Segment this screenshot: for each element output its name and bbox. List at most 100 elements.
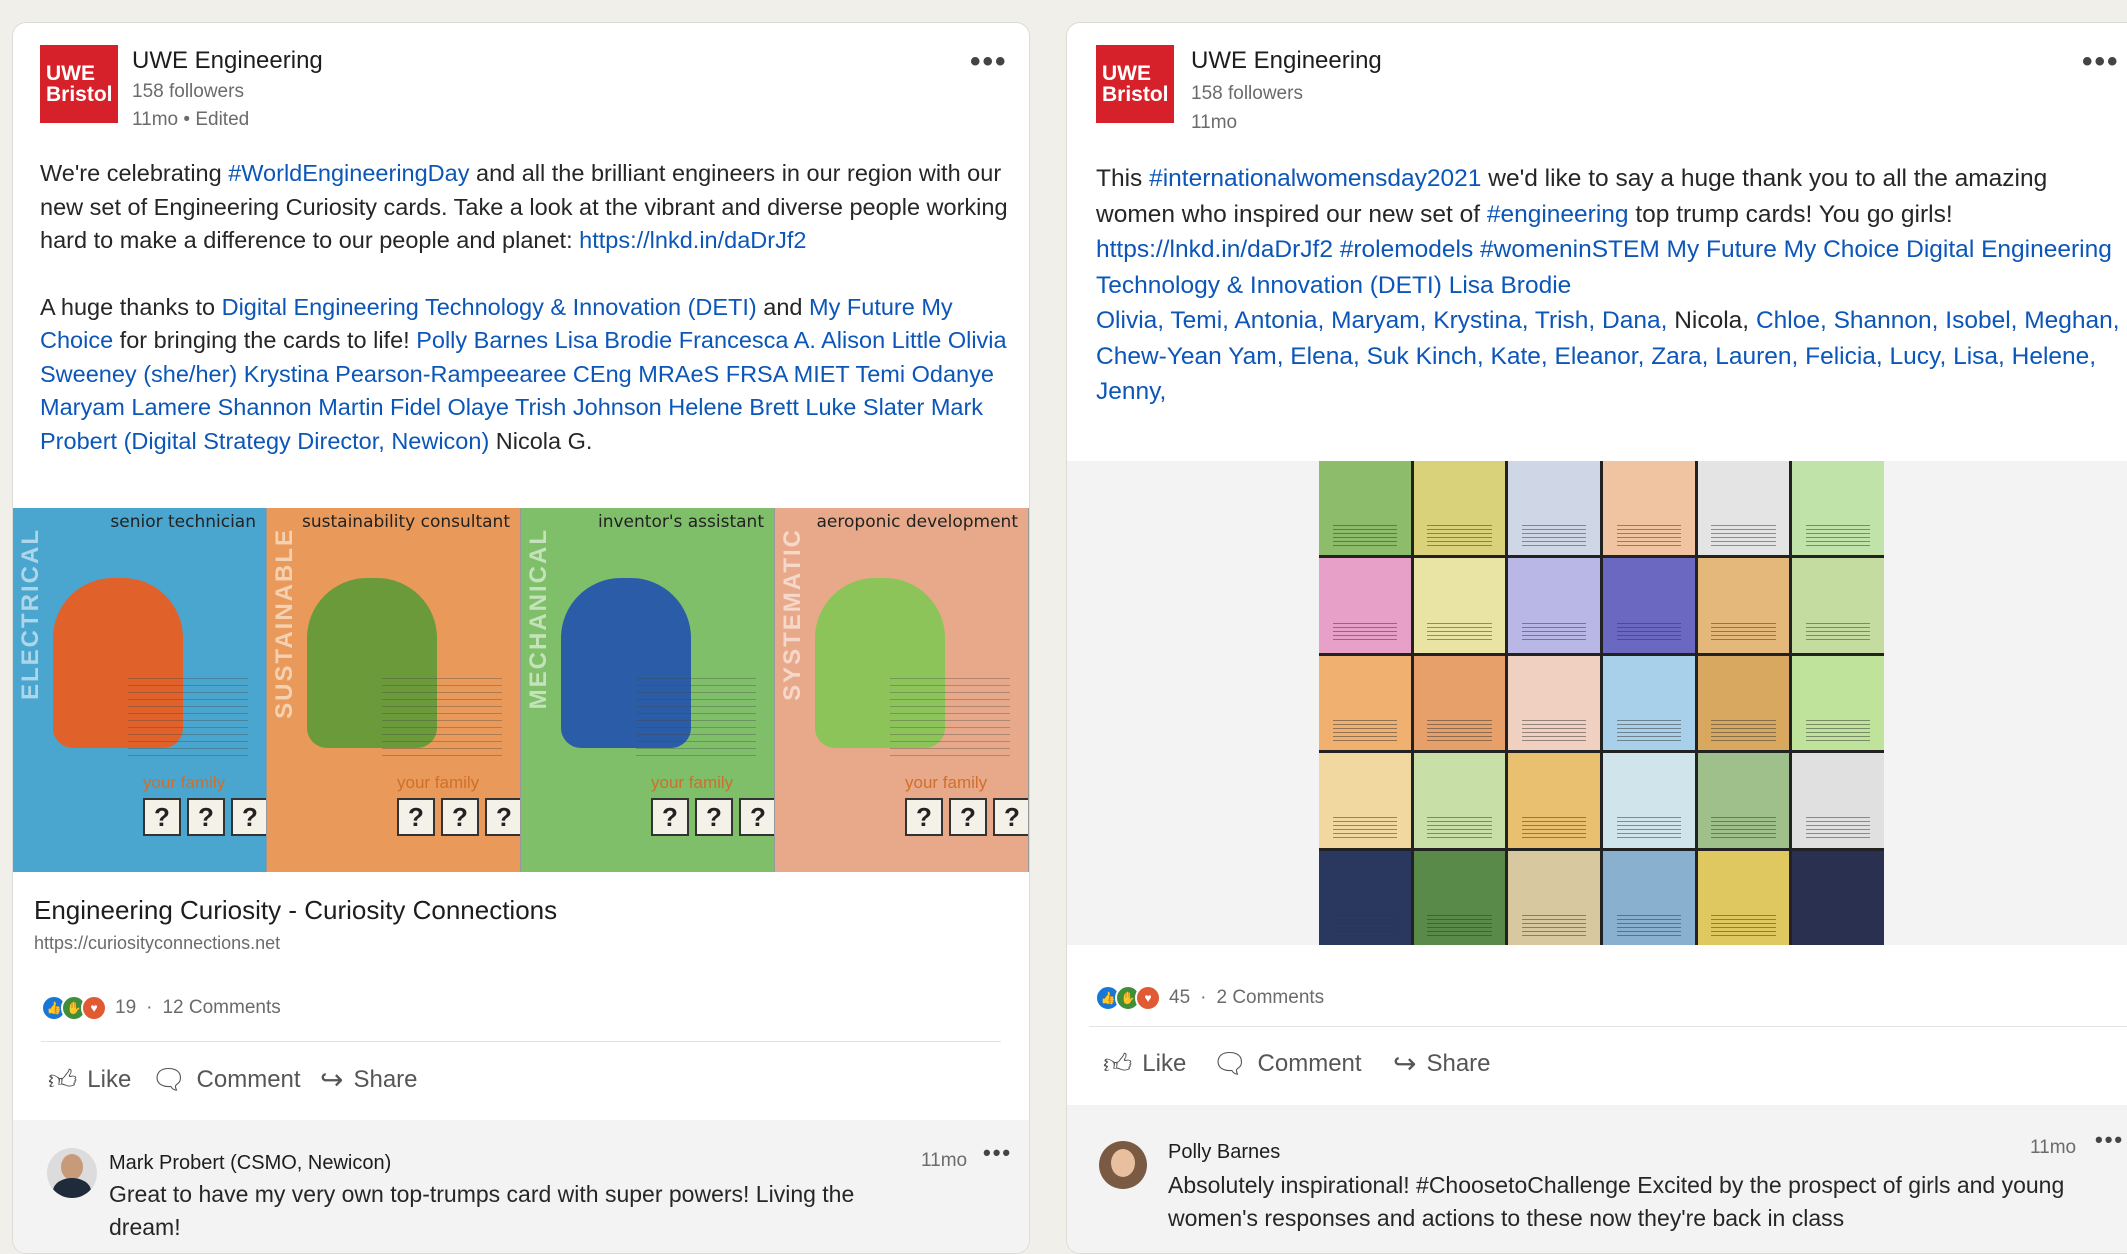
card-description-lines: [128, 678, 248, 758]
collage-card-tile: [1602, 655, 1695, 751]
text-segment: and: [756, 293, 810, 320]
question-box: ?: [485, 798, 520, 836]
card-question-boxes: ???: [397, 798, 520, 836]
comment-time: 11mo: [921, 1150, 968, 1171]
share-button[interactable]: ↪ Share: [1393, 1047, 1491, 1080]
company-logo[interactable]: UWE Bristol: [1096, 45, 1174, 123]
divider: [1089, 1026, 2127, 1027]
post-paragraph-2: Olivia, Temi, Antonia, Maryam, Krystina,…: [1096, 303, 2127, 410]
thumbs-up-icon: 👍︎: [48, 1064, 78, 1095]
comment-text: Absolutely inspirational! #ChoosetoChall…: [1168, 1172, 2065, 1231]
curiosity-card: SUSTAINABLE sustainability consultant your…: [267, 508, 521, 872]
like-button[interactable]: 👍︎ Like: [48, 1063, 131, 1097]
post-paragraph-2: A huge thanks to Digital Engineering Tec…: [40, 291, 1010, 459]
comment-author[interactable]: Mark Probert (CSMO, Newicon): [109, 1152, 391, 1175]
collage-card-tile: [1319, 655, 1411, 751]
collage-card-tile: [1413, 753, 1506, 848]
reaction-count: 45: [1169, 987, 1191, 1008]
like-button[interactable]: 👍︎ Like: [1103, 1047, 1186, 1081]
separator-dot: ·: [1200, 987, 1207, 1008]
comments-count[interactable]: 2 Comments: [1216, 987, 1324, 1009]
collage-card-tile: [1602, 558, 1695, 653]
collage-card-tile: [1792, 850, 1884, 945]
collage-card-tile: [1508, 753, 1600, 848]
collage-card-tile: [1697, 850, 1790, 945]
link-preview-url[interactable]: https://curiosityconnections.net: [34, 933, 280, 954]
inline-link[interactable]: #WorldEngineeringDay: [228, 160, 469, 186]
post-paragraph-1: We're celebrating #WorldEngineeringDay a…: [40, 157, 1010, 258]
post-author[interactable]: UWE Engineering: [132, 47, 323, 75]
more-options-button[interactable]: •••: [970, 45, 1008, 79]
curiosity-cards-image[interactable]: ELECTRICAL senior technician your family??…: [13, 508, 1029, 872]
collage-card-tile: [1413, 558, 1506, 653]
card-question-boxes: ???: [651, 798, 774, 836]
comment-button[interactable]: 🗨 Comment: [1212, 1047, 1362, 1080]
divider: [41, 1041, 1001, 1042]
collage-card-tile: [1792, 461, 1884, 556]
comment-icon: 🗨: [1212, 1048, 1248, 1079]
share-arrow-icon: ↪: [1393, 1048, 1417, 1079]
comments-count[interactable]: 12 Comments: [162, 997, 280, 1019]
share-button[interactable]: ↪ Share: [320, 1063, 418, 1096]
collage-card-tile: [1697, 558, 1790, 653]
card-side-word: SUSTAINABLE: [271, 528, 298, 719]
collage-card-tile: [1413, 461, 1506, 556]
question-box: ?: [143, 798, 181, 836]
card-family-label: your family: [143, 773, 226, 792]
role-model-cards-collage-image[interactable]: [1319, 461, 1884, 945]
post-author[interactable]: UWE Engineering: [1191, 47, 1382, 75]
inline-link[interactable]: https://lnkd.in/daDrJf2: [579, 227, 806, 253]
collage-card-tile: [1508, 655, 1600, 751]
commenter-avatar[interactable]: [1099, 1141, 1147, 1189]
card-role: senior technician: [110, 512, 256, 532]
link-preview-title[interactable]: Engineering Curiosity - Curiosity Connec…: [34, 895, 557, 926]
card-family-label: your family: [397, 773, 480, 792]
collage-card-tile: [1602, 461, 1695, 556]
question-box: ?: [397, 798, 435, 836]
post-body: This #internationalwomensday2021 we'd li…: [1096, 161, 2127, 410]
collage-card-tile: [1602, 850, 1695, 945]
collage-card-tile: [1697, 655, 1790, 751]
collage-card-tile: [1697, 753, 1790, 848]
collage-card-tile: [1319, 461, 1411, 556]
comment-options-button[interactable]: •••: [983, 1140, 1012, 1166]
text-segment: Nicola G.: [489, 427, 593, 454]
text-segment: Nicola,: [1667, 307, 1756, 334]
collage-card-tile: [1319, 558, 1411, 653]
card-description-lines: [636, 678, 756, 758]
more-options-button[interactable]: •••: [2082, 45, 2120, 79]
collage-card-tile: [1792, 558, 1884, 653]
inline-link[interactable]: https://lnkd.in/daDrJf2 #rolemodels #wom…: [1096, 236, 2112, 299]
follower-count: 158 followers: [132, 81, 244, 102]
reaction-count: 19: [115, 997, 137, 1018]
question-box: ?: [441, 798, 479, 836]
share-arrow-icon: ↪: [320, 1064, 344, 1095]
collage-card-tile: [1508, 850, 1600, 945]
post-paragraph-1: This #internationalwomensday2021 we'd li…: [1096, 161, 2127, 303]
collage-card-tile: [1508, 558, 1600, 653]
comment-author[interactable]: Polly Barnes: [1168, 1141, 1280, 1164]
collage-card-tile: [1413, 850, 1506, 945]
card-side-word: MECHANICAL: [525, 528, 552, 710]
inline-link[interactable]: Digital Engineering Technology & Innovat…: [222, 294, 757, 320]
love-reaction-icon: ♥: [81, 995, 107, 1021]
collage-card-tile: [1319, 850, 1411, 945]
company-logo[interactable]: UWE Bristol: [40, 45, 118, 123]
comment-options-button[interactable]: •••: [2095, 1127, 2124, 1153]
reactions-summary[interactable]: 👍 ✋ ♥ 19 · 12 Comments: [41, 995, 281, 1021]
inline-link[interactable]: #engineering: [1487, 201, 1629, 228]
question-box: ?: [651, 798, 689, 836]
curiosity-card: SYSTEMATIC aeroponic development your fami…: [775, 508, 1029, 872]
card-family-label: your family: [651, 773, 734, 792]
inline-link[interactable]: Olivia, Temi, Antonia, Maryam, Krystina,…: [1096, 307, 1667, 334]
question-box: ?: [187, 798, 225, 836]
question-box: ?: [993, 798, 1028, 836]
reactions-summary[interactable]: 👍 ✋ ♥ 45 · 2 Comments: [1095, 985, 1324, 1011]
comment-button[interactable]: 🗨 Comment: [151, 1063, 301, 1096]
commenter-avatar[interactable]: [47, 1148, 97, 1198]
card-description-lines: [890, 678, 1010, 758]
collage-card-tile: [1319, 753, 1411, 848]
inline-link[interactable]: #internationalwomensday2021: [1149, 165, 1481, 192]
post-time: 11mo • Edited: [132, 109, 250, 130]
post-card-world-engineering-day: UWE Bristol UWE Engineering 158 follower…: [12, 22, 1030, 1254]
